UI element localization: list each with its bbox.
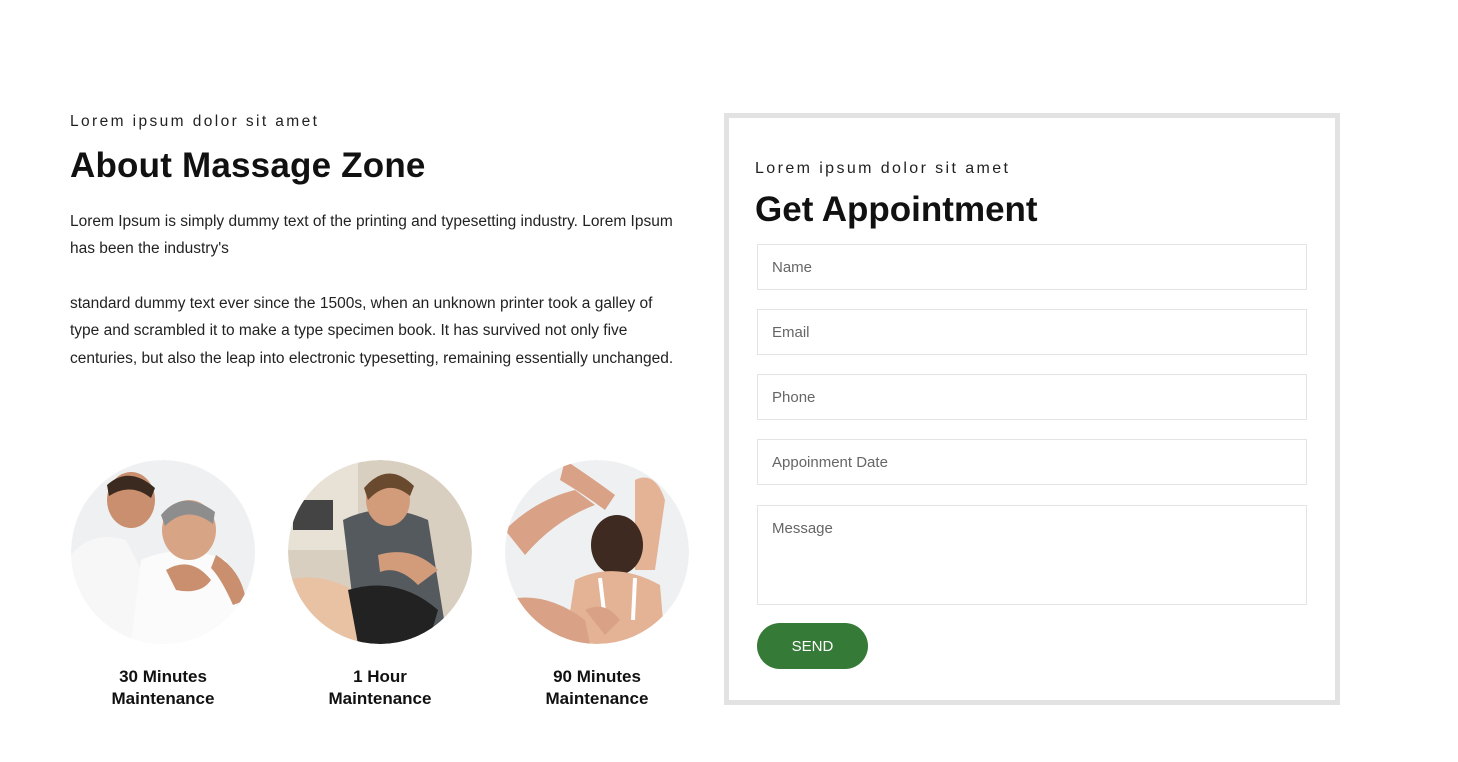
phone-field[interactable] <box>757 374 1307 420</box>
about-paragraph-1: Lorem Ipsum is simply dummy text of the … <box>70 212 673 258</box>
service-90-minutes[interactable]: 90 Minutes Maintenance <box>504 460 690 710</box>
service-30-minutes[interactable]: 30 Minutes Maintenance <box>70 460 256 710</box>
about-section: Lorem ipsum dolor sit amet About Massage… <box>70 108 680 372</box>
about-title: About Massage Zone <box>70 145 426 185</box>
services-list: 30 Minutes Maintenance 1 Hour Maintenanc… <box>70 460 710 720</box>
massage-photo-3 <box>505 460 689 644</box>
appointment-title: Get Appointment <box>755 190 1038 229</box>
service-label: 1 Hour Maintenance <box>328 667 432 708</box>
service-1-hour[interactable]: 1 Hour Maintenance <box>287 460 473 710</box>
message-field[interactable] <box>757 505 1307 605</box>
email-field[interactable] <box>757 309 1307 355</box>
service-label: 30 Minutes Maintenance <box>111 667 215 708</box>
service-label: 90 Minutes Maintenance <box>545 667 649 708</box>
about-paragraph-2: standard dummy text ever since the 1500s… <box>70 294 674 367</box>
appointment-form: Lorem ipsum dolor sit amet Get Appointme… <box>724 113 1340 705</box>
massage-photo-2 <box>288 460 472 644</box>
name-field[interactable] <box>757 244 1307 290</box>
about-eyebrow: Lorem ipsum dolor sit amet <box>70 113 320 130</box>
massage-photo-1 <box>71 460 255 644</box>
appointment-date-field[interactable] <box>757 439 1307 485</box>
send-button[interactable]: SEND <box>757 623 868 669</box>
appointment-eyebrow: Lorem ipsum dolor sit amet <box>755 160 1011 177</box>
